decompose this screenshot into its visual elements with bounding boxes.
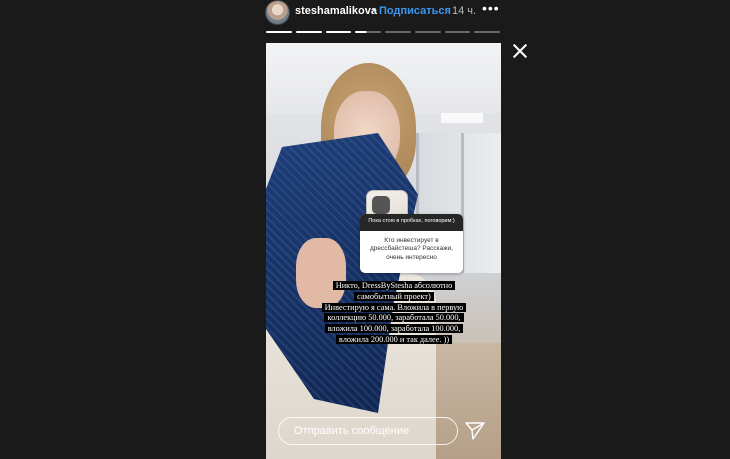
close-icon[interactable] [512,43,528,59]
progress-segment [266,31,292,33]
progress-segment [474,31,500,33]
answer-line: самобытный проект) [354,291,434,301]
story-progress-bar [266,31,500,33]
more-icon[interactable]: ••• [482,0,500,16]
avatar[interactable] [265,0,290,25]
send-icon[interactable] [464,421,486,441]
separator-dot: • [372,4,376,16]
story-media[interactable]: Пока стою в пробках, поговорим:) Кто инв… [266,43,501,459]
phone-camera [372,196,390,214]
question-sticker-text: Кто инвестирует в дрессбайстеша? Расскаж… [370,237,453,261]
answer-line: вложила 100.000, заработала 100.000, [324,324,464,334]
answer-line: коллекцию 50.000, заработала 50.000, [324,313,464,323]
follow-button[interactable]: Подписаться [379,5,451,17]
post-time: 14 ч. [452,5,477,17]
question-sticker: Пока стою в пробках, поговорим:) Кто инв… [360,214,463,273]
answer-text: Никто, DressByStesha абсолютно самобытны… [315,281,473,346]
progress-segment-current [355,31,381,33]
username[interactable]: steshamalikova [295,5,377,17]
answer-line: Никто, DressByStesha абсолютно [332,281,456,290]
answer-line: Инвестирую я сама. Вложила в первую [321,302,467,312]
progress-segment [414,31,441,33]
progress-segment [385,31,411,33]
reply-input[interactable]: Отправить сообщение [278,417,458,445]
question-sticker-header: Пока стою в пробках, поговорим:) [360,214,463,231]
progress-segment [444,31,471,33]
progress-segment [325,31,352,33]
answer-line: вложила 200.000 и так далее. )) [335,334,453,344]
ceiling-light [441,113,483,123]
progress-segment [295,31,322,33]
story-header: steshamalikova • Подписаться 14 ч. ••• [264,0,500,26]
reply-placeholder: Отправить сообщение [294,425,410,437]
